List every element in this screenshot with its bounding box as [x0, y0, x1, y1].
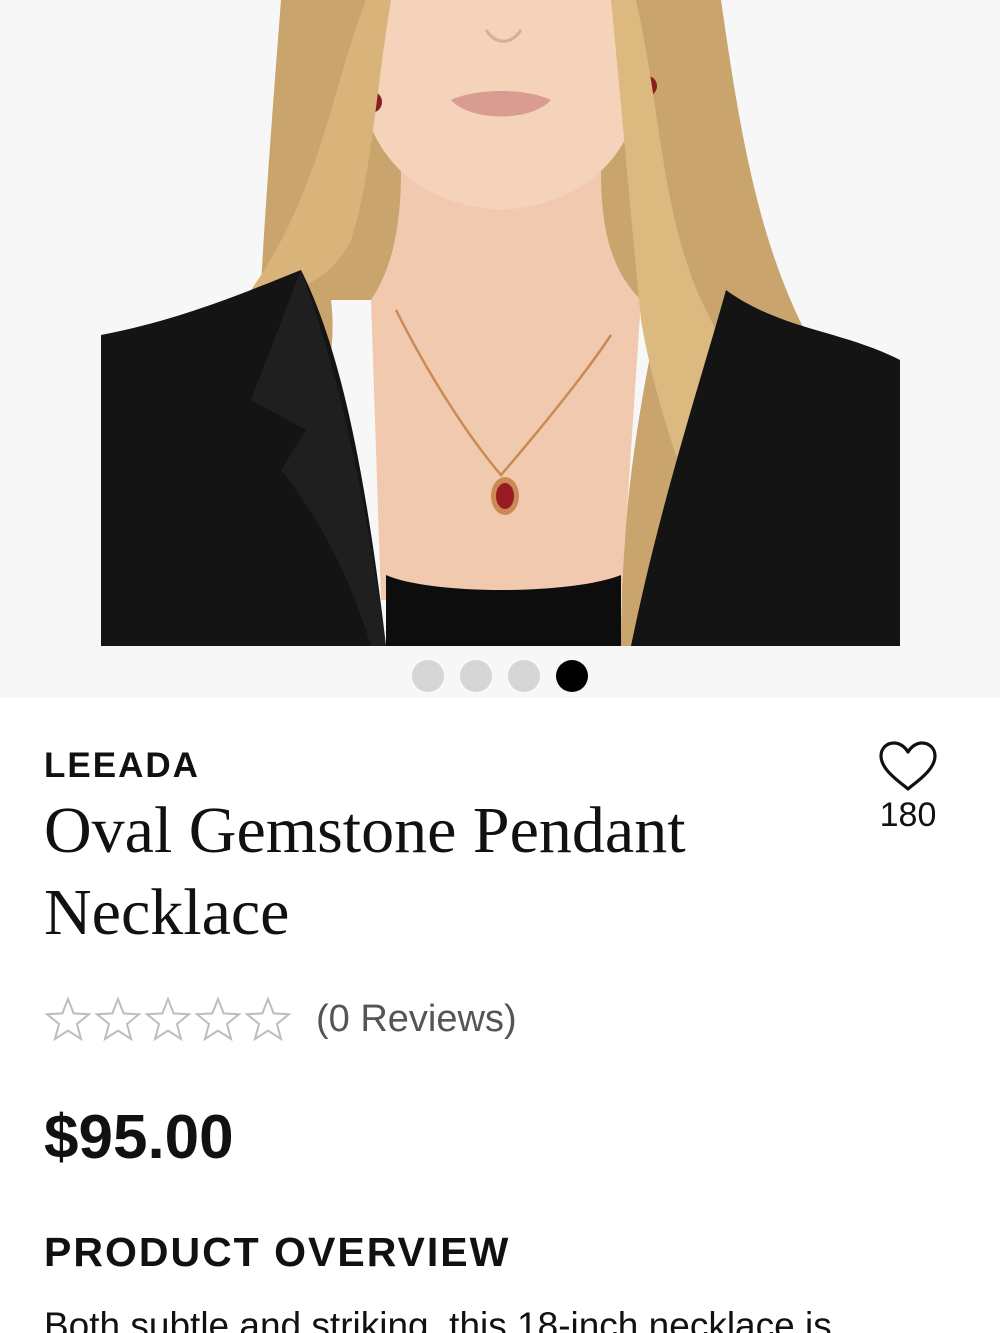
product-image-gallery[interactable]	[0, 0, 1000, 698]
carousel-dot-1[interactable]	[412, 660, 444, 692]
favorites-count: 180	[879, 796, 937, 834]
brand-name[interactable]: LEEADA	[44, 746, 200, 786]
star-outline-icon	[144, 996, 192, 1042]
rating-stars	[44, 996, 292, 1042]
star-outline-icon	[244, 996, 292, 1042]
product-overview-text: Both subtle and striking, this 18-inch n…	[44, 1305, 832, 1333]
reviews-count-link[interactable]: (0 Reviews)	[316, 998, 517, 1041]
carousel-dot-4-active[interactable]	[556, 660, 588, 692]
heart-outline-icon	[879, 741, 937, 791]
model-wearing-necklace-image	[101, 0, 900, 646]
product-overview-heading: PRODUCT OVERVIEW	[44, 1229, 511, 1275]
product-price: $95.00	[44, 1103, 234, 1172]
carousel-dot-2[interactable]	[460, 660, 492, 692]
product-rating[interactable]: (0 Reviews)	[44, 995, 517, 1043]
star-outline-icon	[194, 996, 242, 1042]
carousel-dot-3[interactable]	[508, 660, 540, 692]
carousel-pagination	[0, 659, 1000, 693]
product-title: Oval Gemstone Pendant Necklace	[44, 794, 686, 949]
star-outline-icon	[44, 996, 92, 1042]
star-outline-icon	[94, 996, 142, 1042]
product-photo[interactable]	[101, 0, 900, 646]
favorite-button[interactable]: 180	[870, 740, 946, 850]
